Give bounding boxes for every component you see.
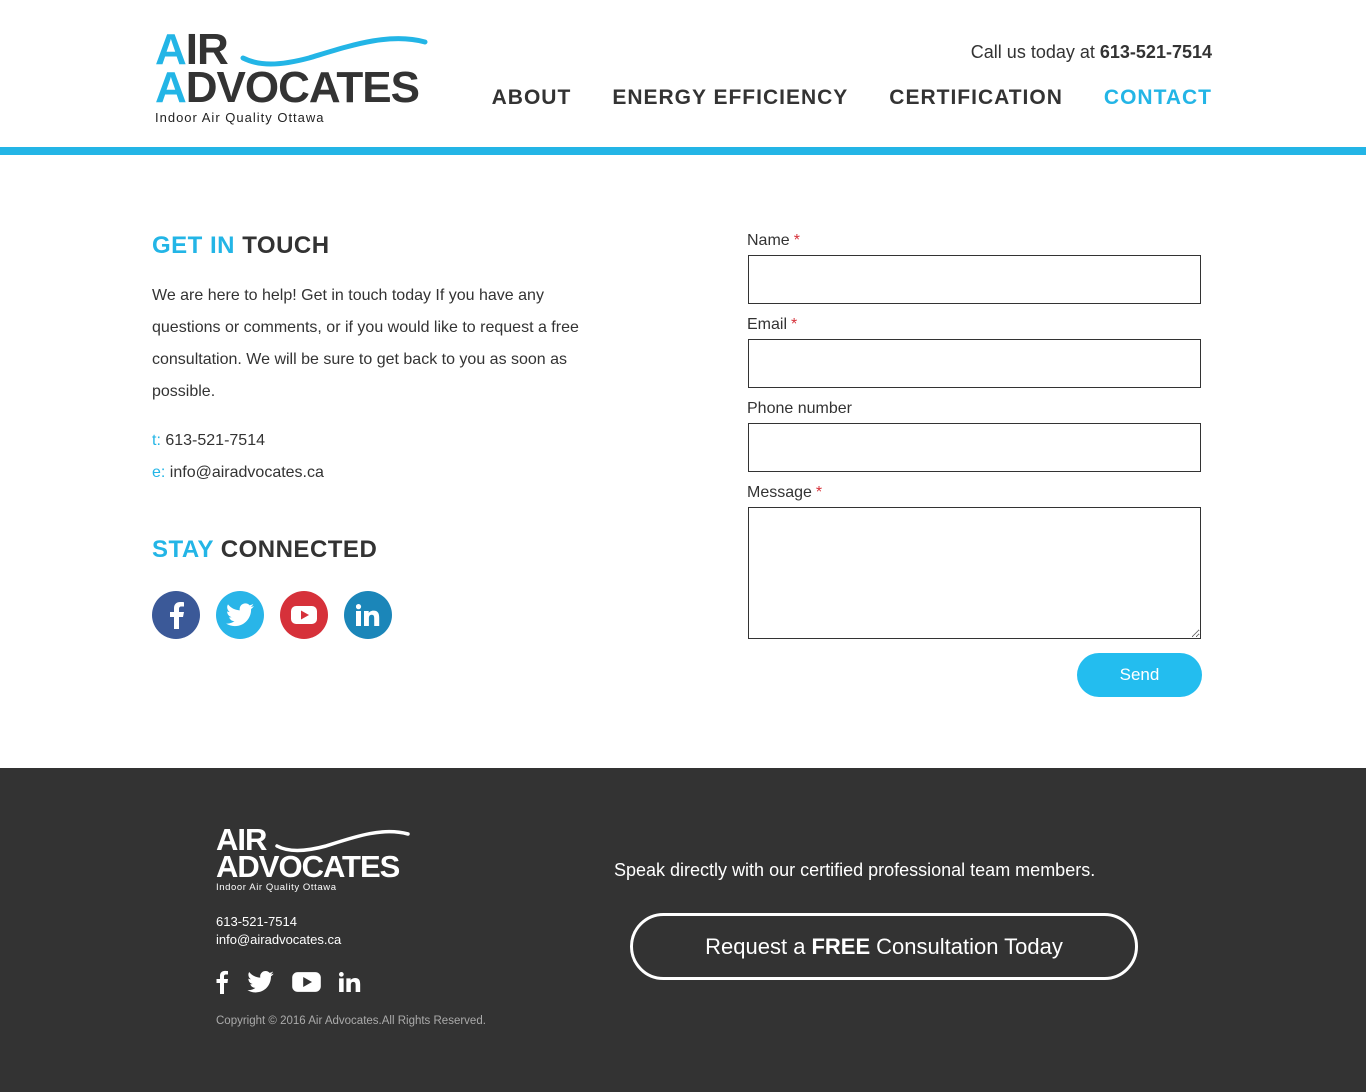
name-field[interactable]: [748, 255, 1201, 304]
cta-bold: FREE: [811, 933, 871, 959]
site-header: AIR ADVOCATES Indoor Air Quality Ottawa …: [0, 0, 1366, 147]
footer-speak-text: Speak directly with our certified profes…: [614, 860, 1096, 880]
site-footer: AIR ADVOCATES Indoor Air Quality Ottawa …: [0, 768, 1366, 1092]
cta-prefix: Request a: [705, 933, 806, 959]
email-label: Email *: [747, 316, 798, 333]
send-button[interactable]: Send: [1077, 653, 1202, 697]
facebook-icon[interactable]: [152, 591, 200, 639]
logo-tagline: Indoor Air Quality Ottawa: [155, 110, 325, 125]
footer-logo[interactable]: AIR ADVOCATES Indoor Air Quality Ottawa: [216, 824, 411, 896]
get-in-touch-heading: GET IN TOUCH: [152, 232, 330, 259]
main-nav: ABOUT ENERGY EFFICIENCY CERTIFICATION CO…: [492, 86, 1212, 110]
logo-advocates: ADVOCATES: [155, 63, 420, 112]
site-logo[interactable]: AIR ADVOCATES Indoor Air Quality Ottawa: [155, 28, 430, 128]
footer-logo-advocates: ADVOCATES: [216, 849, 400, 884]
phone-field[interactable]: [748, 423, 1201, 472]
phone-key: t:: [152, 432, 161, 449]
message-field[interactable]: [748, 507, 1201, 639]
footer-linkedin-icon[interactable]: [339, 972, 361, 997]
twitter-icon[interactable]: [216, 591, 264, 639]
contact-email: e: info@airadvocates.ca: [152, 464, 324, 482]
phone-value[interactable]: 613-521-7514: [165, 432, 265, 449]
social-links: [152, 591, 392, 639]
request-consultation-button[interactable]: Request a FREE Consultation Today: [630, 913, 1138, 980]
linkedin-icon[interactable]: [344, 591, 392, 639]
nav-contact[interactable]: CONTACT: [1104, 86, 1212, 110]
header-divider: [0, 147, 1366, 155]
footer-facebook-icon[interactable]: [215, 970, 229, 999]
email-key: e:: [152, 464, 166, 481]
phone-label: Phone number: [747, 400, 852, 417]
name-label: Name *: [747, 232, 800, 249]
call-prefix: Call us today at: [970, 42, 1095, 62]
cta-suffix: Consultation Today: [876, 933, 1063, 959]
nav-certification[interactable]: CERTIFICATION: [889, 86, 1063, 110]
call-us: Call us today at 613-521-7514: [971, 42, 1212, 63]
footer-logo-tagline: Indoor Air Quality Ottawa: [216, 882, 337, 893]
footer-email[interactable]: info@airadvocates.ca: [216, 932, 341, 947]
nav-energy-efficiency[interactable]: ENERGY EFFICIENCY: [612, 86, 848, 110]
footer-twitter-icon[interactable]: [247, 971, 274, 998]
footer-phone[interactable]: 613-521-7514: [216, 914, 297, 929]
email-value[interactable]: info@airadvocates.ca: [170, 464, 324, 481]
stay-connected-heading: STAY CONNECTED: [152, 536, 378, 563]
call-number[interactable]: 613-521-7514: [1100, 42, 1212, 62]
footer-youtube-icon[interactable]: [292, 971, 321, 998]
email-field[interactable]: [748, 339, 1201, 388]
nav-about[interactable]: ABOUT: [492, 86, 572, 110]
intro-text: We are here to help! Get in touch today …: [152, 287, 579, 400]
copyright-text: Copyright © 2016 Air Advocates.All Right…: [216, 1015, 486, 1027]
message-label: Message *: [747, 484, 823, 501]
footer-social-links: [215, 970, 361, 999]
youtube-icon[interactable]: [280, 591, 328, 639]
contact-phone: t: 613-521-7514: [152, 432, 265, 450]
